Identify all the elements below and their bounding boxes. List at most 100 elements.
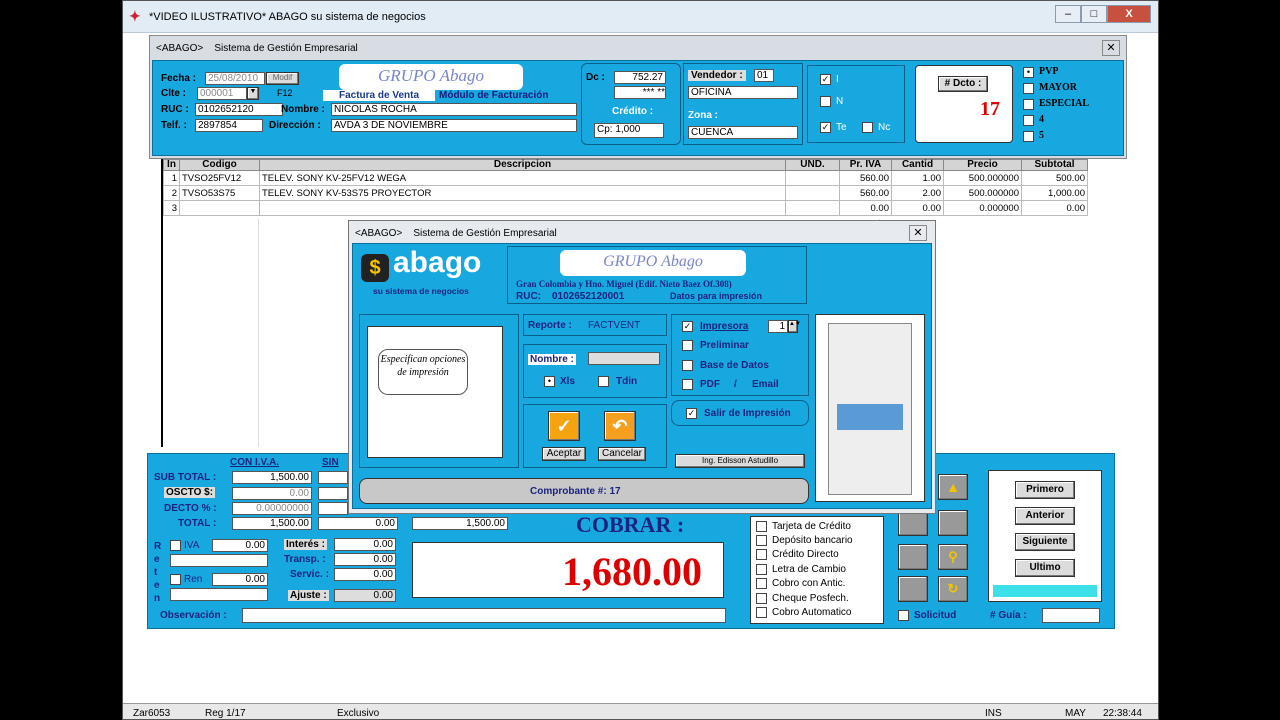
next-button[interactable]: Siguiente	[1015, 533, 1075, 551]
iva-checkbox[interactable]	[170, 540, 181, 551]
price-4-label: 4	[1039, 114, 1044, 125]
table-row[interactable]: 3 0.00 0.00 0.000000 0.00	[163, 200, 1088, 216]
price-pvp-radio[interactable]: •	[1023, 67, 1034, 78]
base-datos-checkbox[interactable]	[682, 360, 693, 371]
subtitle-modulo: Módulo de Facturación	[439, 90, 549, 101]
last-button[interactable]: Ultimo	[1015, 559, 1075, 577]
direccion-field[interactable]: AVDA 3 DE NOVIEMBRE	[331, 119, 577, 132]
tdin-checkbox[interactable]	[598, 376, 609, 387]
ruc-field[interactable]: 0102652120	[195, 103, 283, 116]
solicitud-checkbox[interactable]	[898, 610, 909, 621]
table-row[interactable]: 2 TVSO53S75 TELEV. SONY KV-53S75 PROYECTOR…	[163, 185, 1088, 201]
clte-dropdown-icon[interactable]: ▼	[247, 87, 259, 100]
col-descripcion[interactable]: Descripcion	[259, 159, 786, 171]
con-iva-label: CON I.V.A.	[230, 457, 280, 468]
total-sin-field: 0.00	[318, 517, 398, 530]
servic-field[interactable]: 0.00	[334, 568, 396, 581]
opt-n-checkbox[interactable]	[820, 96, 831, 107]
subtotal-sin-field	[318, 471, 348, 484]
col-codigo[interactable]: Codigo	[179, 159, 260, 171]
payment-deposito-checkbox[interactable]	[756, 535, 767, 546]
prev-button[interactable]: Anterior	[1015, 507, 1075, 525]
modif-button[interactable]: Modif	[266, 72, 299, 85]
tool-button-7[interactable]	[898, 576, 928, 602]
close-button[interactable]: X	[1107, 5, 1151, 23]
salir-checkbox[interactable]: ✓	[686, 408, 697, 419]
xls-checkbox[interactable]: •	[544, 376, 555, 387]
minimize-button[interactable]: –	[1055, 5, 1081, 23]
col-pr-iva[interactable]: Pr. IVA	[839, 159, 892, 171]
first-button[interactable]: Primero	[1015, 481, 1075, 499]
col-cantid[interactable]: Cantid	[891, 159, 944, 171]
opt-i-checkbox[interactable]: ✓	[820, 74, 831, 85]
opt-nc-checkbox[interactable]	[862, 122, 873, 133]
pdf-checkbox[interactable]	[682, 379, 693, 390]
ren-checkbox[interactable]	[170, 574, 181, 585]
payment-antic-checkbox[interactable]	[756, 578, 767, 589]
impresora-checkbox[interactable]: ✓	[682, 321, 693, 332]
iva-field[interactable]: 0.00	[212, 539, 268, 552]
dialog-nombre-field[interactable]	[588, 352, 660, 365]
opt-te-checkbox[interactable]: ✓	[820, 122, 831, 133]
tdin-label: Tdin	[616, 376, 638, 387]
guia-field[interactable]	[1042, 608, 1100, 623]
interes-field[interactable]: 0.00	[334, 538, 396, 551]
fecha-field[interactable]: 25/08/2010	[205, 72, 265, 85]
dcto-button[interactable]: # Dcto :	[938, 76, 988, 92]
maximize-button[interactable]: □	[1081, 5, 1107, 23]
payment-auto-checkbox[interactable]	[756, 607, 767, 618]
price-especial-radio[interactable]	[1023, 99, 1034, 110]
search-icon[interactable]: ⚲	[938, 544, 968, 570]
oscto-sin-field	[318, 487, 348, 500]
nombre-field[interactable]: NICOLAS ROCHA	[331, 103, 577, 116]
cancel-button[interactable]: Cancelar	[598, 447, 646, 461]
app-icon: ✦	[129, 8, 141, 24]
dialog-close-icon[interactable]: ✕	[909, 225, 927, 241]
tool-up-icon[interactable]: ▲	[938, 474, 968, 500]
vendedor-field[interactable]: OFICINA	[688, 86, 798, 99]
refresh-icon[interactable]: ↻	[938, 576, 968, 602]
telf-label: Telf. :	[161, 120, 187, 131]
dc-field[interactable]: 752.27	[614, 71, 666, 84]
col-und[interactable]: UND.	[785, 159, 840, 171]
zona-field[interactable]: CUENCA	[688, 126, 798, 139]
col-precio[interactable]: Precio	[943, 159, 1022, 171]
header-close-icon[interactable]: ✕	[1102, 40, 1120, 56]
credito-field[interactable]: Cp: 1,000	[594, 123, 664, 138]
payment-tarjeta-checkbox[interactable]	[756, 521, 767, 532]
oscto-field[interactable]: 0.00	[232, 487, 312, 500]
price-5-label: 5	[1039, 130, 1044, 141]
table-row[interactable]: 1 TVSO25FV12 TELEV. SONY KV-25FV12 WEGA 560…	[163, 170, 1088, 186]
base-datos-label: Base de Datos	[700, 360, 769, 371]
preliminar-checkbox[interactable]	[682, 340, 693, 351]
col-subtotal[interactable]: Subtotal	[1021, 159, 1088, 171]
decto-field[interactable]: 0.00000000	[232, 502, 312, 515]
payment-letra-label: Letra de Cambio	[772, 564, 846, 575]
price-5-radio[interactable]	[1023, 131, 1034, 142]
ren-field[interactable]: 0.00	[212, 573, 268, 586]
payment-credito-checkbox[interactable]	[756, 549, 767, 560]
accept-icon[interactable]: ✓	[548, 411, 580, 441]
payment-auto-label: Cobro Automatico	[772, 607, 852, 618]
transp-field[interactable]: 0.00	[334, 553, 396, 566]
copies-spinner[interactable]: ▲▼	[788, 320, 801, 333]
price-4-radio[interactable]	[1023, 115, 1034, 126]
accept-button[interactable]: Aceptar	[542, 447, 586, 461]
dc-extra-field: *** **	[614, 86, 666, 99]
telf-field[interactable]: 2897854	[195, 119, 263, 132]
clte-field[interactable]: 000001	[197, 87, 247, 100]
tool-button-4[interactable]	[938, 510, 968, 536]
ajuste-field[interactable]: 0.00	[334, 589, 396, 602]
copies-field[interactable]: 1	[768, 320, 788, 333]
price-mayor-radio[interactable]	[1023, 83, 1034, 94]
cancel-icon[interactable]: ↶	[604, 411, 636, 441]
payment-cheque-checkbox[interactable]	[756, 593, 767, 604]
col-in[interactable]: In	[163, 159, 180, 171]
payment-letra-checkbox[interactable]	[756, 564, 767, 575]
tool-button-5[interactable]	[898, 544, 928, 570]
clte-label: Clte :	[161, 88, 186, 99]
observacion-field[interactable]	[242, 608, 726, 623]
oscto-label: OSCTO $:	[164, 487, 216, 498]
vendedor-code-field[interactable]: 01	[754, 69, 774, 82]
author-button[interactable]: Ing. Edisson Astudillo	[675, 454, 805, 468]
